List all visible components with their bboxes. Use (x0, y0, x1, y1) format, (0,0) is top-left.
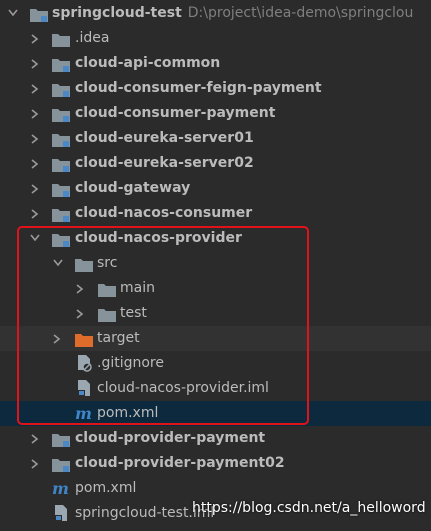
tree-item-label: target (97, 330, 140, 346)
chevron-right-icon[interactable] (29, 26, 43, 51)
tree-item-label: main (120, 280, 155, 296)
tree-row-module-expanded[interactable]: cloud-nacos-provider (0, 226, 431, 251)
tree-row-module[interactable]: cloud-gateway (0, 176, 431, 201)
chevron-down-icon[interactable] (51, 251, 65, 276)
maven-icon: m (52, 479, 69, 498)
tree-row-module[interactable]: cloud-nacos-consumer (0, 201, 431, 226)
module-folder-icon (52, 131, 70, 147)
folder-icon (98, 281, 116, 297)
ignored-file-icon (76, 355, 92, 372)
tree-item-label: pom.xml (75, 480, 137, 496)
tree-row-folder[interactable]: main (0, 276, 431, 301)
folder-icon (75, 256, 93, 272)
chevron-right-icon[interactable] (29, 176, 43, 201)
chevron-right-icon[interactable] (29, 101, 43, 126)
tree-row-module[interactable]: cloud-consumer-feign-payment (0, 76, 431, 101)
module-folder-icon (52, 231, 70, 247)
chevron-right-icon[interactable] (51, 326, 65, 351)
chevron-right-icon[interactable] (29, 76, 43, 101)
maven-icon: m (75, 404, 92, 423)
module-folder-icon (52, 456, 70, 472)
tree-item-label: src (97, 255, 118, 271)
tree-row-root[interactable]: springcloud-test D:\project\idea-demo\spr… (0, 1, 431, 26)
tree-row-module[interactable]: cloud-provider-payment02 (0, 451, 431, 476)
module-folder-icon (52, 81, 70, 97)
tree-row-folder[interactable]: src (0, 251, 431, 276)
root-name: springcloud-test (52, 5, 182, 21)
tree-item-label: cloud-provider-payment02 (75, 455, 285, 471)
tree-item-label: cloud-eureka-server02 (75, 155, 254, 171)
iml-file-icon (53, 505, 69, 521)
tree-item-label: cloud-api-common (75, 55, 221, 71)
chevron-right-icon[interactable] (29, 451, 43, 476)
tree-row-module[interactable]: cloud-consumer-payment (0, 101, 431, 126)
tree-item-label: test (120, 305, 147, 321)
excluded-folder-icon (75, 331, 93, 347)
tree-item-label: cloud-consumer-feign-payment (75, 80, 322, 96)
chevron-right-icon[interactable] (74, 301, 88, 326)
chevron-right-icon[interactable] (74, 276, 88, 301)
tree-item-label: cloud-nacos-consumer (75, 205, 253, 221)
tree-item-label: cloud-nacos-provider.iml (97, 380, 269, 396)
module-folder-icon (52, 156, 70, 172)
tree-row-module[interactable]: cloud-provider-payment (0, 426, 431, 451)
tree-item-label: .idea (75, 30, 110, 46)
tree-row-idea[interactable]: .idea (0, 26, 431, 51)
tree-item-label: .gitignore (97, 355, 164, 371)
module-folder-icon (52, 106, 70, 122)
chevron-down-icon[interactable] (28, 226, 42, 251)
chevron-right-icon[interactable] (29, 51, 43, 76)
tree-row-folder-excluded[interactable]: target (0, 326, 431, 351)
chevron-right-icon[interactable] (29, 426, 43, 451)
module-folder-icon (52, 56, 70, 72)
tree-item-label: cloud-nacos-provider (75, 230, 242, 246)
chevron-right-icon[interactable] (29, 151, 43, 176)
tree-item-label: cloud-consumer-payment (75, 105, 276, 121)
module-folder-icon (30, 6, 48, 22)
chevron-right-icon[interactable] (29, 201, 43, 226)
tree-row-file-selected[interactable]: m pom.xml (0, 401, 431, 426)
tree-item-label: pom.xml (97, 405, 159, 421)
chevron-right-icon[interactable] (29, 126, 43, 151)
watermark-text: https://blog.csdn.net/a_helloword (192, 500, 426, 516)
tree-item-label: cloud-gateway (75, 180, 191, 196)
module-folder-icon (52, 181, 70, 197)
tree-row-folder[interactable]: test (0, 301, 431, 326)
module-folder-icon (52, 206, 70, 222)
tree-item-label: cloud-provider-payment (75, 430, 266, 446)
module-folder-icon (52, 431, 70, 447)
tree-item-label: cloud-eureka-server01 (75, 130, 254, 146)
tree-row-file[interactable]: .gitignore (0, 351, 431, 376)
tree-row-module[interactable]: cloud-api-common (0, 51, 431, 76)
root-path: D:\project\idea-demo\springclou (187, 5, 414, 21)
tree-row-module[interactable]: cloud-eureka-server01 (0, 126, 431, 151)
folder-icon (52, 31, 70, 47)
iml-file-icon (76, 380, 92, 396)
folder-icon (98, 306, 116, 322)
tree-row-file[interactable]: cloud-nacos-provider.iml (0, 376, 431, 401)
tree-row-module[interactable]: cloud-eureka-server02 (0, 151, 431, 176)
tree-row-file[interactable]: m pom.xml (0, 476, 431, 501)
chevron-down-icon[interactable] (6, 1, 20, 26)
